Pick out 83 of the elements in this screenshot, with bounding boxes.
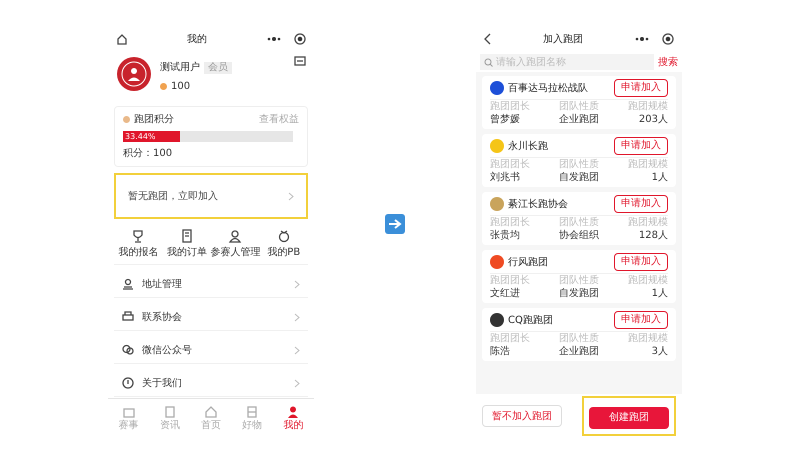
- search-field[interactable]: 请输入跑团名称: [480, 54, 654, 70]
- skip-join-button[interactable]: 暂不加入跑团: [482, 405, 562, 427]
- field-label: 跑团团长: [490, 333, 530, 345]
- field-value: 文红进: [490, 287, 520, 300]
- field-label: 跑团规模: [628, 217, 668, 229]
- apply-button[interactable]: 申请加入: [614, 79, 668, 97]
- chevron-right-icon: [294, 346, 300, 354]
- field-value: 张贵均: [490, 229, 520, 242]
- create-team-button[interactable]: 创建跑团: [589, 406, 669, 429]
- user-name: 测试用户: [160, 60, 200, 75]
- join-team-card[interactable]: 暂无跑团，立即加入: [114, 173, 308, 219]
- field-label: 团队性质: [558, 275, 599, 287]
- person-icon: [286, 405, 300, 419]
- apply-button[interactable]: 申请加入: [614, 311, 668, 329]
- page-title: 我的: [186, 32, 208, 46]
- field-label: 跑团规模: [628, 333, 668, 345]
- team-name: 百事达马拉松战队: [508, 82, 589, 96]
- field-label: 跑团规模: [628, 159, 668, 171]
- coin-icon: [160, 83, 167, 90]
- field-value: 企业跑团: [558, 113, 599, 126]
- team-name: CQ跑跑团: [508, 314, 554, 328]
- field-label: 跑团规模: [628, 101, 668, 113]
- field-value: 203人: [638, 113, 668, 126]
- progress-label: 33.44%: [125, 131, 156, 142]
- apply-button[interactable]: 申请加入: [614, 137, 668, 155]
- field-label: 跑团团长: [490, 101, 530, 113]
- person-icon: [227, 229, 244, 243]
- info-icon: [122, 377, 134, 389]
- shortcut-item[interactable]: 我的PB: [260, 229, 308, 260]
- more-icon[interactable]: [266, 34, 282, 44]
- field-label: 团队性质: [558, 101, 599, 113]
- team-name: 行风跑团: [508, 256, 549, 270]
- field-label: 跑团规模: [628, 275, 668, 287]
- join-team-text: 暂无跑团，立即加入: [128, 190, 219, 204]
- team-name: 永川长跑: [508, 140, 549, 154]
- field-value: 自发跑团: [558, 171, 599, 184]
- field-value: 曾梦媛: [490, 113, 520, 126]
- field-label: 团队性质: [558, 333, 599, 345]
- box-icon: [245, 405, 260, 419]
- chevron-right-icon: [294, 312, 300, 322]
- chevron-right-icon: [294, 378, 300, 388]
- field-label: 团队性质: [558, 217, 599, 229]
- field-label: 跑团团长: [490, 217, 530, 229]
- field-value: 企业跑团: [558, 345, 599, 358]
- page-title: 加入跑团: [542, 32, 584, 46]
- field-label: 跑团团长: [490, 275, 530, 287]
- menu-item[interactable]: 联系协会: [114, 304, 308, 331]
- shortcut-item[interactable]: 参赛人管理: [211, 229, 260, 260]
- person-icon: [122, 278, 134, 290]
- printer-icon: [122, 311, 134, 323]
- field-value: 协会组织: [558, 229, 599, 242]
- more-icon[interactable]: [634, 34, 650, 44]
- apply-button[interactable]: 申请加入: [614, 195, 668, 213]
- shortcut-item[interactable]: 我的报名: [114, 229, 162, 260]
- member-badge: 会员: [204, 62, 232, 74]
- avatar-icon: [116, 56, 152, 92]
- card-icon[interactable]: [294, 56, 306, 66]
- home-icon: [204, 405, 218, 419]
- apply-button[interactable]: 申请加入: [614, 253, 668, 271]
- field-value: 刘兆书: [490, 171, 520, 184]
- chat-icon: [122, 344, 134, 356]
- chevron-right-icon: [294, 280, 300, 288]
- field-label: 团队性质: [558, 159, 599, 171]
- team-name: 綦江长跑协会: [508, 198, 569, 212]
- field-value: 128人: [638, 229, 668, 242]
- home-icon[interactable]: [116, 33, 128, 45]
- menu-item[interactable]: 关于我们: [114, 370, 308, 397]
- shortcut-item[interactable]: 我的订单: [162, 229, 211, 260]
- field-value: 1人: [652, 287, 668, 300]
- field-value: 1人: [652, 171, 668, 184]
- tab-item[interactable]: 我的: [272, 399, 314, 438]
- chevron-right-icon: [288, 192, 294, 200]
- points-value: 100: [171, 80, 190, 94]
- score-text: 积分：100: [123, 147, 174, 161]
- menu-item[interactable]: 微信公众号: [114, 337, 308, 364]
- back-icon[interactable]: [484, 33, 492, 45]
- field-value: 陈浩: [490, 345, 510, 358]
- field-label: 跑团团长: [490, 159, 530, 171]
- menu-item[interactable]: 地址管理: [114, 271, 308, 298]
- card-title: 跑团积分: [134, 113, 175, 127]
- field-value: 自发跑团: [558, 287, 599, 300]
- field-value: 3人: [652, 345, 668, 358]
- search-button[interactable]: 搜索: [658, 54, 678, 70]
